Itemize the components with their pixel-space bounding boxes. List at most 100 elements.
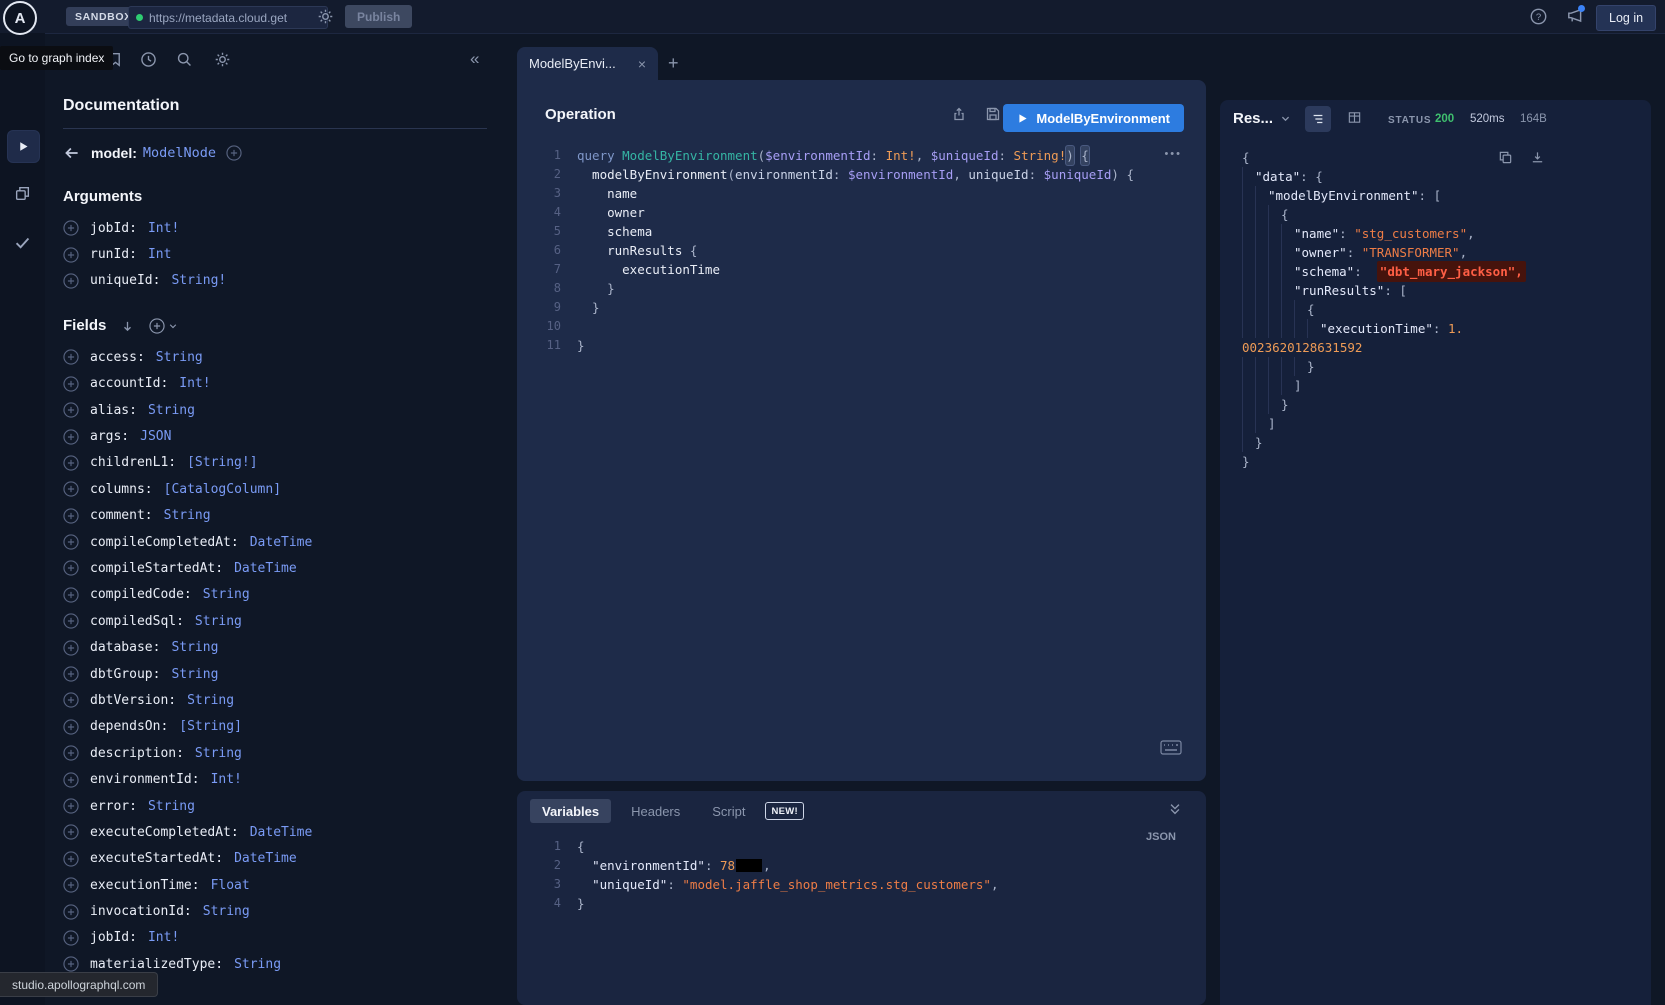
field-type[interactable]: DateTime xyxy=(234,561,297,576)
field-name[interactable]: dependsOn: xyxy=(90,719,168,734)
endpoint-url-input[interactable]: https://metadata.cloud.get xyxy=(128,6,328,29)
search-icon[interactable] xyxy=(176,51,193,68)
add-to-query-icon[interactable] xyxy=(63,956,79,972)
add-to-query-icon[interactable] xyxy=(63,508,79,524)
breadcrumb-type[interactable]: ModelNode xyxy=(143,145,216,161)
add-to-query-icon[interactable] xyxy=(63,692,79,708)
field-name[interactable]: comment: xyxy=(90,508,153,523)
add-to-query-icon[interactable] xyxy=(63,640,79,656)
add-all-fields-icon[interactable] xyxy=(149,318,178,334)
add-to-query-icon[interactable] xyxy=(63,560,79,576)
add-to-query-icon[interactable] xyxy=(63,587,79,603)
variables-editor[interactable]: 1{2 "environmentId": 78,3 "uniqueId": "m… xyxy=(517,837,1177,913)
tab-script[interactable]: Script xyxy=(700,799,757,823)
field-name[interactable]: runId: xyxy=(90,247,137,262)
field-type[interactable]: String xyxy=(195,746,242,761)
field-name[interactable]: columns: xyxy=(90,482,153,497)
back-arrow-icon[interactable] xyxy=(63,144,81,162)
field-name[interactable]: database: xyxy=(90,640,160,655)
apollo-logo[interactable]: A xyxy=(3,1,37,35)
sidebar-item-checks[interactable] xyxy=(13,233,32,252)
add-to-query-icon[interactable] xyxy=(63,877,79,893)
connection-settings-gear-icon[interactable] xyxy=(317,8,334,25)
field-type[interactable]: String xyxy=(156,350,203,365)
field-name[interactable]: compiledCode: xyxy=(90,587,192,602)
help-icon[interactable]: ? xyxy=(1530,8,1547,25)
field-name[interactable]: jobId: xyxy=(90,221,137,236)
field-name[interactable]: access: xyxy=(90,350,145,365)
tab-headers[interactable]: Headers xyxy=(619,799,692,823)
share-operation-icon[interactable] xyxy=(951,106,967,122)
save-operation-icon[interactable] xyxy=(985,106,1001,122)
field-type[interactable]: String xyxy=(148,799,195,814)
field-name[interactable]: alias: xyxy=(90,403,137,418)
field-type[interactable]: DateTime xyxy=(234,851,297,866)
add-to-query-icon[interactable] xyxy=(63,666,79,682)
add-to-query-icon[interactable] xyxy=(63,824,79,840)
field-name[interactable]: environmentId: xyxy=(90,772,200,787)
add-to-query-icon[interactable] xyxy=(63,930,79,946)
close-tab-icon[interactable]: × xyxy=(638,56,646,72)
add-to-query-icon[interactable] xyxy=(63,534,79,550)
field-name[interactable]: childrenL1: xyxy=(90,455,176,470)
run-operation-button[interactable]: ModelByEnvironment xyxy=(1003,104,1184,132)
add-to-query-icon[interactable] xyxy=(63,772,79,788)
field-type[interactable]: [String!] xyxy=(187,455,257,470)
field-type[interactable]: String xyxy=(171,667,218,682)
add-to-query-icon[interactable] xyxy=(63,402,79,418)
field-name[interactable]: executionTime: xyxy=(90,878,200,893)
publish-button[interactable]: Publish xyxy=(345,5,412,28)
sort-fields-icon[interactable] xyxy=(120,319,135,334)
field-name[interactable]: materializedType: xyxy=(90,957,223,972)
field-type[interactable]: Int! xyxy=(148,930,179,945)
field-type[interactable]: Int! xyxy=(148,221,179,236)
add-to-query-icon[interactable] xyxy=(63,851,79,867)
collapse-panel-icon[interactable]: « xyxy=(470,50,479,67)
keyboard-shortcuts-icon[interactable] xyxy=(1160,740,1182,755)
add-to-query-icon[interactable] xyxy=(63,220,79,236)
add-to-query-icon[interactable] xyxy=(63,745,79,761)
field-name[interactable]: executeStartedAt: xyxy=(90,851,223,866)
response-table-view-button[interactable] xyxy=(1347,110,1362,125)
field-type[interactable]: JSON xyxy=(140,429,171,444)
add-type-icon[interactable] xyxy=(226,145,242,161)
field-type[interactable]: String xyxy=(187,693,234,708)
field-name[interactable]: compiledSql: xyxy=(90,614,184,629)
field-name[interactable]: uniqueId: xyxy=(90,273,160,288)
tab-modelbyenvironment[interactable]: ModelByEnvi... × xyxy=(517,47,658,80)
tab-variables[interactable]: Variables xyxy=(530,799,611,823)
add-to-query-icon[interactable] xyxy=(63,904,79,920)
collapse-variables-icon[interactable] xyxy=(1168,801,1182,817)
field-type[interactable]: [CatalogColumn] xyxy=(164,482,281,497)
history-icon[interactable] xyxy=(140,51,157,68)
field-name[interactable]: error: xyxy=(90,799,137,814)
field-type[interactable]: String xyxy=(195,614,242,629)
field-type[interactable]: String xyxy=(203,904,250,919)
operation-editor[interactable]: 1query ModelByEnvironment($environmentId… xyxy=(517,146,1177,355)
field-name[interactable]: description: xyxy=(90,746,184,761)
add-to-query-icon[interactable] xyxy=(63,273,79,289)
field-type[interactable]: String xyxy=(148,403,195,418)
field-type[interactable]: String xyxy=(203,587,250,602)
field-name[interactable]: compileCompletedAt: xyxy=(90,535,239,550)
sidebar-item-explorer[interactable] xyxy=(7,130,40,163)
sidebar-item-schema[interactable] xyxy=(14,185,31,202)
add-to-query-icon[interactable] xyxy=(63,247,79,263)
field-name[interactable]: jobId: xyxy=(90,930,137,945)
field-type[interactable]: Float xyxy=(211,878,250,893)
add-to-query-icon[interactable] xyxy=(63,376,79,392)
add-to-query-icon[interactable] xyxy=(63,349,79,365)
add-to-query-icon[interactable] xyxy=(63,613,79,629)
field-type[interactable]: Int xyxy=(148,247,171,262)
field-name[interactable]: compileStartedAt: xyxy=(90,561,223,576)
new-tab-button[interactable]: + xyxy=(668,53,679,73)
login-button[interactable]: Log in xyxy=(1596,5,1656,31)
add-to-query-icon[interactable] xyxy=(63,455,79,471)
response-chevron-icon[interactable] xyxy=(1280,113,1291,124)
field-type[interactable]: String! xyxy=(171,273,226,288)
field-name[interactable]: accountId: xyxy=(90,376,168,391)
field-type[interactable]: DateTime xyxy=(250,825,313,840)
field-name[interactable]: dbtVersion: xyxy=(90,693,176,708)
field-type[interactable]: [String] xyxy=(179,719,242,734)
response-json-view-button[interactable] xyxy=(1305,106,1331,132)
